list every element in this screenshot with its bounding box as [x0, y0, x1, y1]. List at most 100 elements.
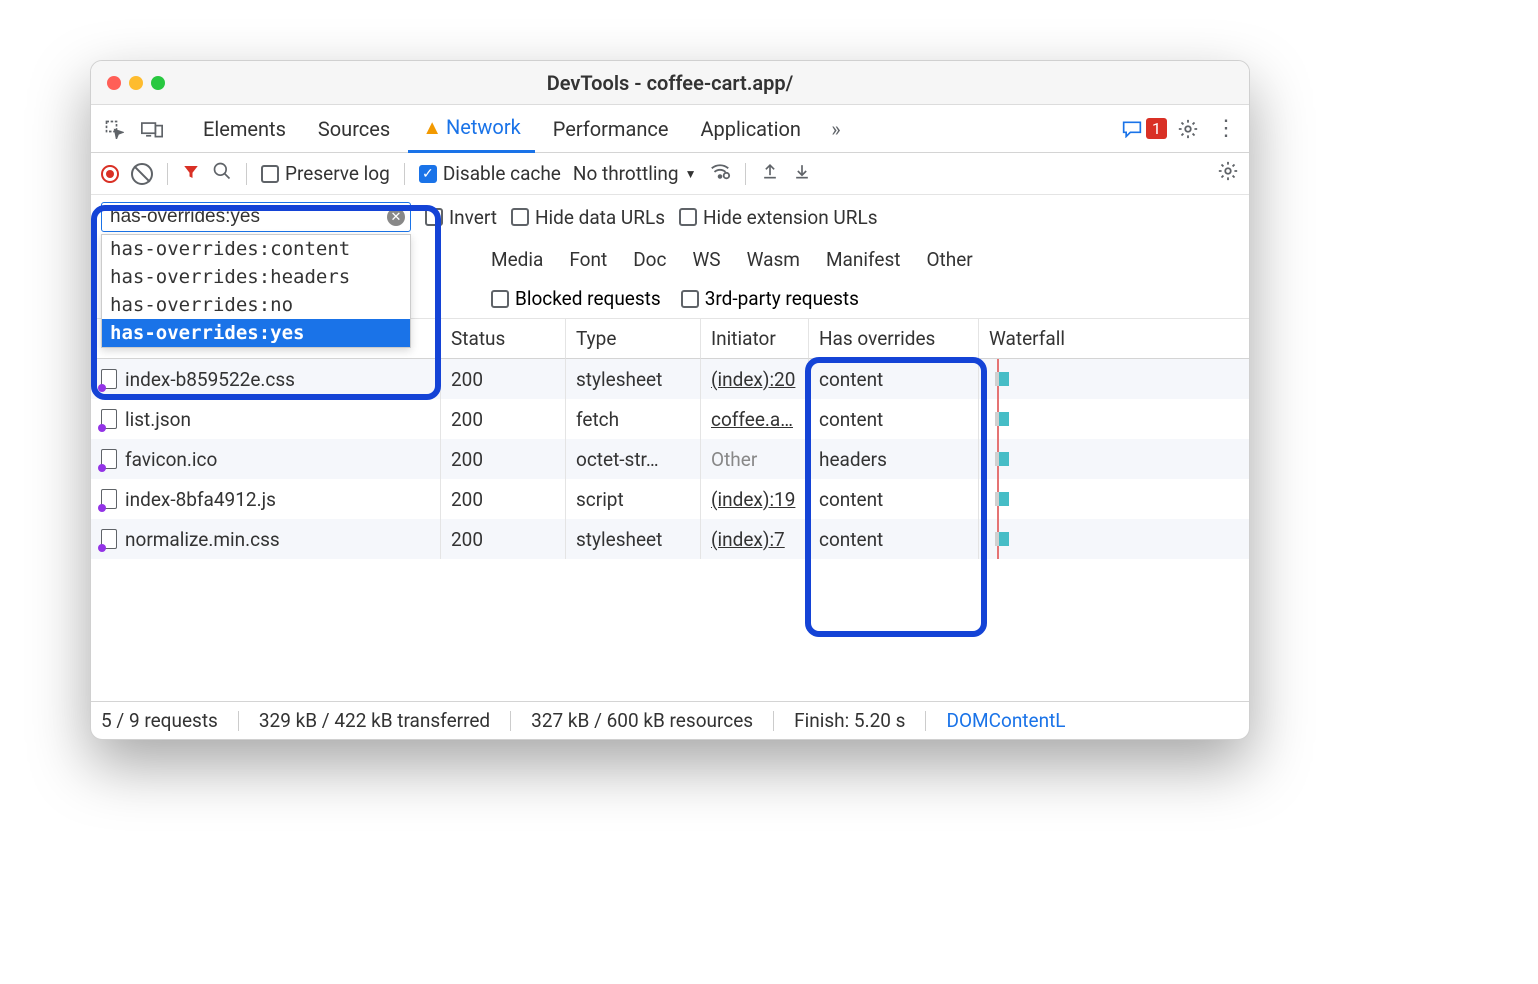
invert-checkbox[interactable]: Invert — [425, 206, 497, 229]
blocked-requests-label: Blocked requests — [515, 287, 661, 310]
record-button[interactable] — [101, 165, 119, 183]
minimize-window-button[interactable] — [129, 76, 143, 90]
invert-label: Invert — [449, 206, 497, 229]
cell-type: stylesheet — [566, 359, 701, 399]
preserve-log-checkbox[interactable]: Preserve log — [261, 162, 390, 185]
third-party-label: 3rd-party requests — [705, 287, 859, 310]
cell-waterfall — [979, 439, 1249, 479]
cell-status: 200 — [441, 439, 566, 479]
cell-waterfall — [979, 479, 1249, 519]
tab-network[interactable]: ▲ Network — [408, 105, 535, 153]
network-settings-gear-icon[interactable] — [1217, 160, 1239, 187]
cell-status: 200 — [441, 519, 566, 559]
hide-data-urls-checkbox[interactable]: Hide data URLs — [511, 206, 665, 229]
console-errors-button[interactable]: 1 — [1122, 118, 1167, 139]
network-conditions-icon[interactable] — [709, 160, 731, 187]
col-status[interactable]: Status — [441, 319, 566, 359]
col-waterfall[interactable]: Waterfall — [979, 319, 1249, 359]
initiator-text: (index):7 — [711, 528, 785, 551]
tab-sources[interactable]: Sources — [304, 105, 404, 153]
cell-initiator[interactable]: coffee.a… — [701, 399, 809, 439]
throttling-select[interactable]: No throttling ▼ — [573, 162, 697, 185]
network-table: Status Type Initiator Has overrides Wate… — [91, 319, 1249, 701]
autocomplete-item-selected[interactable]: has-overrides:yes — [102, 319, 410, 347]
cell-has-overrides: content — [809, 519, 979, 559]
more-tabs-chevron-icon[interactable]: » — [819, 117, 853, 141]
hide-extension-urls-checkbox[interactable]: Hide extension URLs — [679, 206, 878, 229]
status-finish: Finish: 5.20 s — [794, 709, 905, 732]
file-icon — [101, 409, 117, 429]
file-icon — [101, 449, 117, 469]
type-ws[interactable]: WS — [686, 246, 726, 273]
initiator-text: coffee.a… — [711, 408, 793, 431]
cell-waterfall — [979, 359, 1249, 399]
clear-filter-icon[interactable]: ✕ — [387, 208, 405, 226]
throttling-label: No throttling — [573, 162, 679, 185]
autocomplete-item[interactable]: has-overrides:no — [102, 291, 410, 319]
upload-har-icon[interactable] — [760, 161, 780, 186]
cell-status: 200 — [441, 479, 566, 519]
device-toolbar-icon[interactable] — [135, 119, 169, 139]
autocomplete-item[interactable]: has-overrides:headers — [102, 263, 410, 291]
hide-ext-label: Hide extension URLs — [703, 206, 878, 229]
cell-status: 200 — [441, 399, 566, 439]
type-manifest[interactable]: Manifest — [820, 246, 907, 273]
cell-has-overrides: headers — [809, 439, 979, 479]
tab-performance[interactable]: Performance — [539, 105, 683, 153]
blocked-requests-checkbox[interactable]: Blocked requests — [491, 287, 661, 310]
search-icon[interactable] — [212, 161, 232, 186]
close-window-button[interactable] — [107, 76, 121, 90]
type-doc[interactable]: Doc — [627, 246, 672, 273]
cell-has-overrides: content — [809, 479, 979, 519]
filter-input[interactable] — [101, 202, 411, 232]
third-party-checkbox[interactable]: 3rd-party requests — [681, 287, 859, 310]
cell-status: 200 — [441, 359, 566, 399]
cell-waterfall — [979, 519, 1249, 559]
cell-has-overrides: content — [809, 359, 979, 399]
kebab-menu-icon[interactable]: ⋮ — [1209, 116, 1243, 141]
cell-name[interactable]: favicon.ico — [91, 439, 441, 479]
preserve-log-label: Preserve log — [285, 162, 390, 185]
filter-autocomplete-dropdown: has-overrides:content has-overrides:head… — [101, 234, 411, 348]
maximize-window-button[interactable] — [151, 76, 165, 90]
status-requests: 5 / 9 requests — [101, 709, 218, 732]
file-icon — [101, 369, 117, 389]
cell-initiator[interactable]: (index):19 — [701, 479, 809, 519]
initiator-text: Other — [711, 448, 757, 471]
cell-initiator[interactable]: (index):7 — [701, 519, 809, 559]
clear-button[interactable] — [131, 163, 153, 185]
type-media[interactable]: Media — [485, 246, 549, 273]
cell-name[interactable]: list.json — [91, 399, 441, 439]
tab-application[interactable]: Application — [686, 105, 814, 153]
cell-has-overrides: content — [809, 399, 979, 439]
settings-gear-icon[interactable] — [1171, 118, 1205, 140]
initiator-text: (index):20 — [711, 368, 795, 391]
window-title: DevTools - coffee-cart.app/ — [547, 71, 794, 95]
devtools-window: DevTools - coffee-cart.app/ Elements Sou… — [90, 60, 1250, 740]
col-initiator[interactable]: Initiator — [701, 319, 809, 359]
cell-type: script — [566, 479, 701, 519]
file-name-text: list.json — [125, 408, 191, 431]
col-type[interactable]: Type — [566, 319, 701, 359]
warning-icon: ▲ — [422, 115, 442, 140]
tab-elements[interactable]: Elements — [189, 105, 300, 153]
cell-name[interactable]: normalize.min.css — [91, 519, 441, 559]
file-icon — [101, 489, 117, 509]
type-font[interactable]: Font — [563, 246, 613, 273]
filter-toggle-icon[interactable] — [182, 162, 200, 186]
error-count-badge: 1 — [1146, 118, 1167, 139]
file-name-text: index-8bfa4912.js — [125, 488, 276, 511]
disable-cache-label: Disable cache — [443, 162, 561, 185]
traffic-lights — [107, 76, 165, 90]
cell-initiator[interactable]: (index):20 — [701, 359, 809, 399]
autocomplete-item[interactable]: has-overrides:content — [102, 235, 410, 263]
cell-name[interactable]: index-8bfa4912.js — [91, 479, 441, 519]
disable-cache-checkbox[interactable]: ✓Disable cache — [419, 162, 561, 185]
main-tabs-bar: Elements Sources ▲ Network Performance A… — [91, 105, 1249, 153]
type-other[interactable]: Other — [920, 246, 978, 273]
cell-name[interactable]: index-b859522e.css — [91, 359, 441, 399]
type-wasm[interactable]: Wasm — [741, 246, 806, 273]
download-har-icon[interactable] — [792, 161, 812, 186]
col-has-overrides[interactable]: Has overrides — [809, 319, 979, 359]
inspect-element-icon[interactable] — [97, 119, 131, 139]
